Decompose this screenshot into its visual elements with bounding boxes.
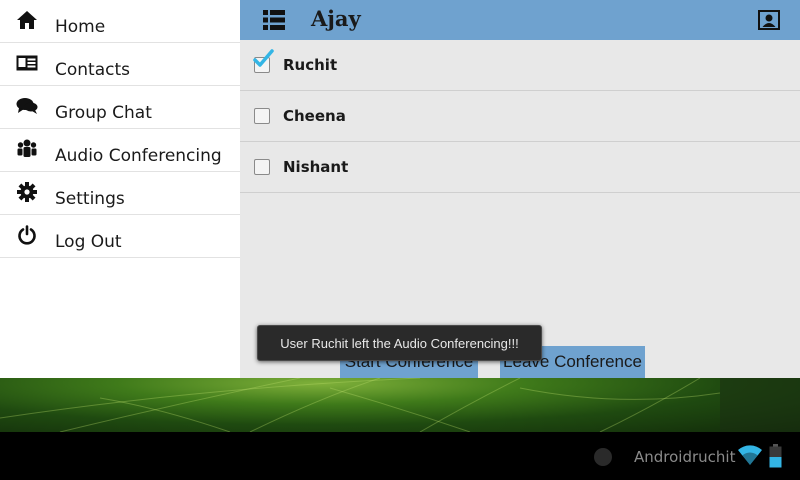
- wallpaper-image: [0, 378, 800, 432]
- user-name: Cheena: [283, 107, 346, 125]
- user-row-nishant[interactable]: Nishant: [240, 142, 800, 193]
- home-icon: [16, 9, 38, 31]
- drawer-item-group-chat[interactable]: Group Chat: [0, 86, 240, 129]
- drawer-item-audio-conferencing[interactable]: Audio Conferencing: [0, 129, 240, 172]
- gear-icon: [16, 181, 38, 203]
- drawer-item-label: Settings: [55, 189, 125, 209]
- drawer-item-label: Audio Conferencing: [55, 146, 222, 166]
- drawer-item-label: Contacts: [55, 60, 130, 80]
- chat-bubbles-icon: [16, 95, 38, 117]
- user-row-ruchit[interactable]: Ruchit: [240, 40, 800, 91]
- drawer-item-home[interactable]: Home: [0, 0, 240, 43]
- checkmark-icon: [251, 48, 275, 70]
- power-icon: [16, 224, 38, 246]
- user-name: Nishant: [283, 158, 349, 176]
- wifi-icon: [737, 444, 763, 466]
- navigation-drawer: Home Contacts Group Chat Audio Conferenc…: [0, 0, 240, 378]
- contact-card-icon: [16, 52, 38, 74]
- toast-message: User Ruchit left the Audio Conferencing!…: [257, 325, 542, 361]
- app-screen: Home Contacts Group Chat Audio Conferenc…: [0, 0, 800, 480]
- user-checkbox[interactable]: [254, 108, 270, 124]
- drawer-item-label: Home: [55, 17, 106, 37]
- battery-icon: [769, 444, 782, 468]
- action-bar: Ajay: [240, 0, 800, 40]
- notification-icon[interactable]: [594, 448, 612, 466]
- user-checkbox[interactable]: [254, 159, 270, 175]
- main-content: Ajay Ruchit Cheena Nishant Start Confere…: [240, 0, 800, 378]
- drawer-item-label: Group Chat: [55, 103, 152, 123]
- drawer-item-contacts[interactable]: Contacts: [0, 43, 240, 86]
- drawer-item-settings[interactable]: Settings: [0, 172, 240, 215]
- carrier-name: Androidruchit: [634, 448, 736, 466]
- list-menu-icon[interactable]: [262, 9, 286, 31]
- user-name: Ruchit: [283, 56, 338, 74]
- drawer-item-label: Log Out: [55, 232, 122, 252]
- drawer-item-log-out[interactable]: Log Out: [0, 215, 240, 258]
- page-title: Ajay: [311, 6, 361, 31]
- group-icon: [16, 138, 38, 160]
- user-row-cheena[interactable]: Cheena: [240, 91, 800, 142]
- profile-card-icon[interactable]: [758, 10, 780, 30]
